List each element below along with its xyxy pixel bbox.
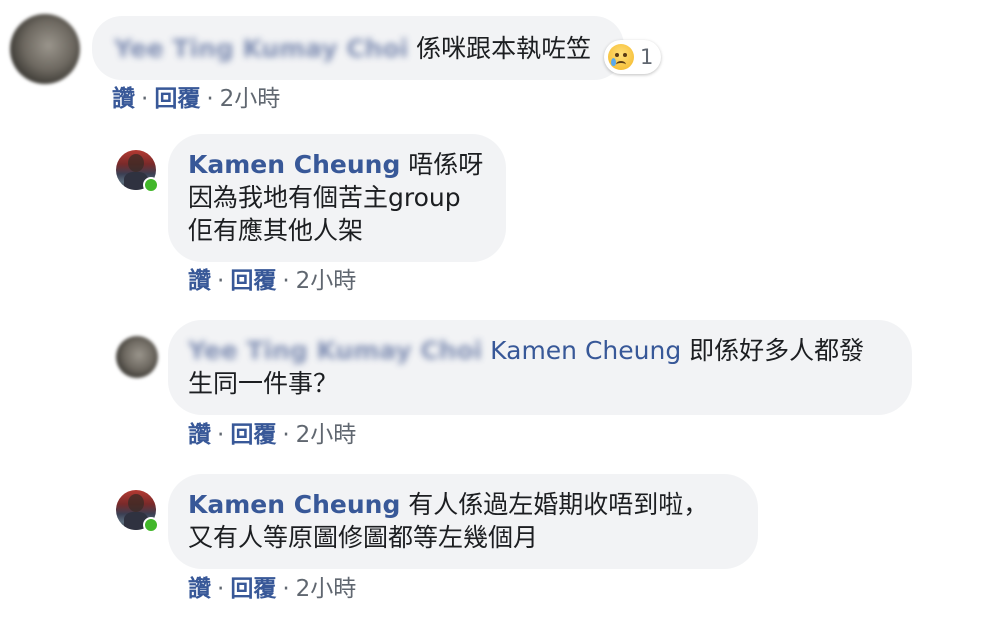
like-button[interactable]: 讚 [188,576,211,602]
comment-text-line: 有人係過左婚期收唔到啦， [408,490,709,519]
comment-author[interactable]: Kamen Cheung [188,490,400,519]
reply-button[interactable]: 回覆 [230,268,276,294]
online-status-indicator [143,177,159,193]
timestamp[interactable]: 2小時 [296,422,357,448]
like-button[interactable]: 讚 [188,422,211,448]
comment-author[interactable]: Kamen Cheung [188,150,400,179]
comment-bubble: Kamen Cheung 有人係過左婚期收唔到啦， 又有人等原圖修圖都等左幾個月 [168,474,758,569]
comment-text-line: 即係好多人都發 [689,336,865,365]
comment-actions: 讚 · 回覆 · 2小時 [188,576,357,602]
timestamp[interactable]: 2小時 [220,86,281,112]
comment-actions: 讚 · 回覆 · 2小時 [188,422,357,448]
mention-link[interactable]: Kamen Cheung [490,336,681,365]
reply-button[interactable]: 回覆 [230,422,276,448]
comment-author[interactable]: Yee Ting Kumay Choi [114,34,408,63]
comment-author[interactable]: Yee Ting Kumay Choi [188,336,482,365]
timestamp[interactable]: 2小時 [296,576,357,602]
online-status-indicator [143,517,159,533]
comment-actions: 讚 · 回覆 · 2小時 [112,86,281,112]
reply-button[interactable]: 回覆 [154,86,200,112]
sad-face-icon [608,44,634,70]
comment-bubble: Kamen Cheung 唔係呀 因為我地有個苦主group 佢有應其他人架 [168,134,506,262]
comment-text-line: 佢有應其他人架 [188,216,364,245]
comment-bubble: Yee Ting Kumay Choi Kamen Cheung 即係好多人都發… [168,320,912,415]
avatar[interactable] [116,336,158,378]
reaction-summary[interactable]: 1 [604,40,662,74]
reaction-count: 1 [640,45,654,69]
avatar[interactable] [10,14,80,84]
comment-actions: 讚 · 回覆 · 2小時 [188,268,357,294]
like-button[interactable]: 讚 [112,86,135,112]
comment-text: 係咪跟本執咗笠 [416,34,592,63]
comment-text-line: 生同一件事？ [188,369,339,398]
comment-text-line: 因為我地有個苦主group [188,183,461,212]
comment-text-line: 又有人等原圖修圖都等左幾個月 [188,523,539,552]
timestamp[interactable]: 2小時 [296,268,357,294]
comment-text-line: 唔係呀 [408,150,484,179]
like-button[interactable]: 讚 [188,268,211,294]
comment-bubble: Yee Ting Kumay Choi 係咪跟本執咗笠 [92,16,624,80]
reply-button[interactable]: 回覆 [230,576,276,602]
